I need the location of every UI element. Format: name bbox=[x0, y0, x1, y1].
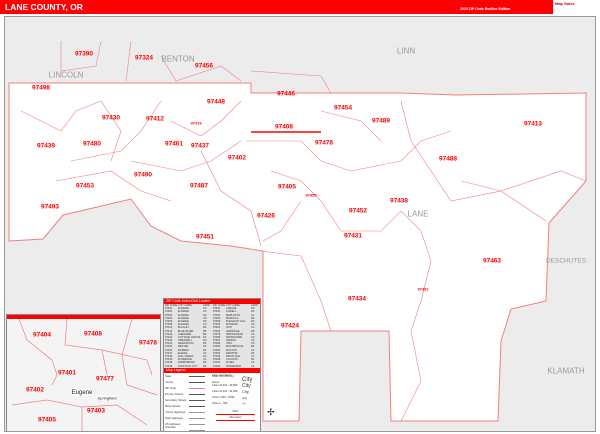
zip-label: 97461 bbox=[164, 140, 184, 148]
city-size-label: Cities 1 - 999 bbox=[212, 401, 228, 405]
zip-label: 97488 bbox=[438, 155, 458, 163]
legend-item: Interstate Highways bbox=[165, 425, 212, 431]
zip-label: 97390 bbox=[74, 50, 94, 58]
zip-index-table: ZIP CODE CITY NAME GRID 97401 EUGENE C3 97402 E… bbox=[164, 304, 260, 368]
zip-label: 97448 bbox=[206, 98, 226, 106]
city-sample: City bbox=[242, 402, 246, 405]
zip-label: 97453 bbox=[75, 182, 95, 190]
county-label-lincoln: LINCOLN bbox=[48, 70, 84, 80]
county-label-lane: LANE bbox=[407, 209, 429, 219]
legend-line-swatch bbox=[189, 412, 205, 414]
inset-zip-label: 97408 bbox=[83, 330, 103, 338]
place-label: Springfield bbox=[97, 395, 117, 401]
zip-label: 97405 bbox=[277, 183, 297, 191]
zip-label: 97456 bbox=[194, 62, 214, 70]
legend-line-swatch bbox=[189, 394, 205, 396]
zip-label: 97489 bbox=[371, 117, 391, 125]
header-bar: LANE COUNTY, OR 2023 ZIP Code Redline Ed… bbox=[0, 0, 600, 14]
zip-label: 97430 bbox=[101, 114, 121, 122]
zip-label: 97439 bbox=[36, 142, 56, 150]
zip-label: 97424 bbox=[280, 322, 300, 330]
legend-line-swatch bbox=[189, 418, 205, 420]
zip-label: 97480 bbox=[82, 140, 102, 148]
zip-label: 97437 bbox=[190, 142, 210, 150]
inset-zip-label: 97405 bbox=[37, 416, 57, 424]
inset-zip-label: 97404 bbox=[32, 331, 52, 339]
table-cell: 97390 bbox=[213, 364, 221, 368]
zip-label: 97487 bbox=[189, 182, 209, 190]
zip-label: 97431 bbox=[343, 232, 363, 240]
scale-miles-label: Miles bbox=[232, 409, 239, 413]
county-label-linn: LINN bbox=[396, 46, 416, 56]
legend-line-swatch bbox=[189, 406, 205, 408]
place-label: Eugene bbox=[71, 390, 93, 396]
scale-km-label: Kilometers bbox=[229, 415, 242, 419]
zip-label: 97454 bbox=[333, 104, 353, 112]
zip-label: 97412 bbox=[145, 115, 165, 123]
zip-label: 97492 bbox=[417, 286, 429, 292]
legend-line-swatch bbox=[189, 400, 205, 402]
publisher-logo: Map Sales bbox=[553, 0, 600, 14]
zip-label: 97419 bbox=[190, 120, 202, 126]
zip-label: 97451 bbox=[195, 233, 215, 241]
city-legend-item: Cities 1 - 999 City bbox=[212, 401, 259, 407]
eugene-inset-map[interactable]: 97404 97408 97478 97401 97477 97402 97403 97405… bbox=[6, 314, 161, 431]
zip-label: 97490 bbox=[133, 171, 153, 179]
legend-line-swatch bbox=[189, 424, 205, 426]
zip-label: 97498 bbox=[31, 84, 51, 92]
zip-label: 97426 bbox=[256, 212, 276, 220]
scale-miles: Miles bbox=[212, 410, 259, 415]
zip-index-column-right: ZIP CODE CITY NAME GRID 97451 LORANE D2 97452 L… bbox=[212, 304, 260, 368]
county-label-benton: BENTON bbox=[161, 54, 195, 64]
table-cell: B3 bbox=[203, 364, 207, 368]
inset-zip-label: 97403 bbox=[86, 407, 106, 415]
zip-index-column-left: ZIP CODE CITY NAME GRID 97401 EUGENE C3 97402 E… bbox=[164, 304, 212, 368]
zip-label: 97438 bbox=[389, 197, 409, 205]
zip-label: 97478 bbox=[314, 139, 334, 147]
zip-label: 97452 bbox=[348, 207, 368, 215]
legend-panel: ZIP Code Index/Grid Locator ZIP CODE CITY… bbox=[163, 298, 261, 431]
map-title: LANE COUNTY, OR bbox=[5, 2, 83, 12]
logo-text: Map Sales bbox=[555, 1, 575, 6]
inset-zip-label: 97401 bbox=[57, 369, 77, 377]
legend-line-swatch bbox=[189, 388, 205, 390]
map-area[interactable]: 97390 97324 97456 97498 97446 97448 97430 97412… bbox=[4, 16, 596, 432]
table-cell: A1 bbox=[251, 364, 255, 368]
zip-label: 97434 bbox=[347, 295, 367, 303]
scale-km: Kilometers bbox=[212, 416, 259, 421]
zip-label: 97455 bbox=[305, 192, 317, 198]
inset-zip-label: 97402 bbox=[25, 386, 45, 394]
compass-rose-icon: ✢ bbox=[267, 407, 275, 417]
legend-item-label: Interstate Highways bbox=[165, 425, 176, 429]
county-label-deschutes: DESCHUTES bbox=[545, 257, 587, 265]
zip-label: 97413 bbox=[523, 120, 543, 128]
inset-zip-label: 97477 bbox=[95, 375, 115, 383]
zip-label: 97402 bbox=[227, 154, 247, 162]
legend-line-swatch bbox=[189, 376, 205, 378]
table-row: 97390 TIDEWATER A1 bbox=[213, 365, 259, 368]
zip-label: 97446 bbox=[276, 90, 296, 98]
city-legend: Cities and Towns Cities 100,000 and abov… bbox=[212, 374, 259, 431]
table-cell: TIDEWATER bbox=[225, 364, 241, 368]
zip-label: 97493 bbox=[40, 203, 60, 211]
county-label-klamath: KLAMATH bbox=[547, 366, 585, 376]
line-legend: State County ZIP Code Primary Streets Second… bbox=[165, 374, 212, 431]
legend-line-swatch bbox=[189, 382, 205, 384]
zip-label: 97324 bbox=[134, 54, 154, 62]
zip-label: 97463 bbox=[482, 257, 502, 265]
zip-label: 97408 bbox=[274, 123, 294, 131]
edition-label: 2023 ZIP Code Redline Edition bbox=[460, 7, 511, 11]
legend-line-swatch bbox=[189, 430, 205, 431]
inset-zip-label: 97478 bbox=[138, 339, 158, 347]
